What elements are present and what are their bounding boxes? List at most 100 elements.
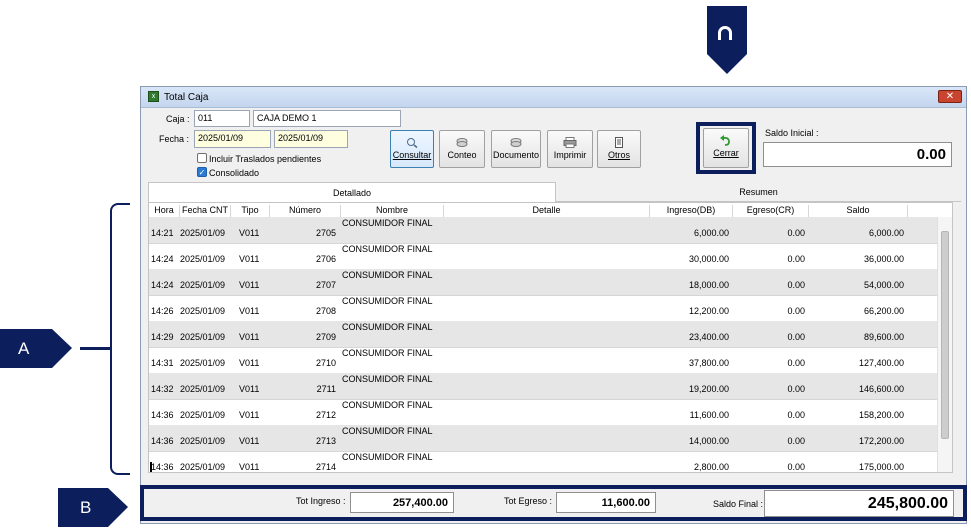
col-tipo[interactable]: Tipo <box>231 205 270 217</box>
table-row[interactable]: 14:31 2025/01/09 V011 2710 CONSUMIDOR FINAL 3… <box>149 347 937 374</box>
otros-button[interactable]: Otros <box>597 130 641 168</box>
col-ingreso[interactable]: Ingreso(DB) <box>650 205 733 217</box>
cell-fecha: 2025/01/09 <box>180 384 226 394</box>
cell-saldo: 172,200.00 <box>858 436 904 446</box>
otros-label: Otros <box>607 150 630 160</box>
tot-ingreso-label: Tot Ingreso : <box>296 496 346 506</box>
cell-fecha: 2025/01/09 <box>180 306 226 316</box>
annotation-a-connector <box>80 347 110 350</box>
vertical-scrollbar[interactable] <box>937 217 952 472</box>
app-icon: x <box>148 91 159 102</box>
cell-tipo: V011 <box>239 306 260 316</box>
table-row[interactable]: 14:24 2025/01/09 V011 2706 CONSUMIDOR FINAL 3… <box>149 243 937 270</box>
cell-egreso: 0.00 <box>787 280 805 290</box>
coins-icon <box>456 138 468 147</box>
cell-saldo: 66,200.00 <box>863 306 904 316</box>
total-caja-window: x Total Caja ✕ Caja : 011 CAJA DEMO 1 Fe… <box>140 86 967 524</box>
caja-name-field[interactable]: CAJA DEMO 1 <box>253 110 401 127</box>
tot-ingreso-value: 257,400.00 <box>350 492 454 513</box>
table-header: Hora Fecha CNT Tipo Número Nombre Detall… <box>149 203 952 218</box>
magnifier-icon <box>407 138 418 148</box>
col-hora[interactable]: Hora <box>149 205 180 217</box>
col-fecha-cnt[interactable]: Fecha CNT <box>180 205 231 217</box>
close-button[interactable]: ✕ <box>938 90 962 103</box>
cell-fecha: 2025/01/09 <box>180 436 226 446</box>
cell-tipo: V011 <box>239 384 260 394</box>
cell-numero: 2713 <box>315 436 336 446</box>
cell-ingreso: 18,000.00 <box>688 280 729 290</box>
table-row[interactable]: 14:36 2025/01/09 V011 2714 CONSUMIDOR FINAL 2… <box>149 451 937 472</box>
caja-code-field[interactable]: 011 <box>194 110 250 127</box>
movements-table: Hora Fecha CNT Tipo Número Nombre Detall… <box>148 202 953 473</box>
cell-nombre: CONSUMIDOR FINAL <box>342 270 433 280</box>
table-row[interactable]: 14:36 2025/01/09 V011 2712 CONSUMIDOR FINAL 1… <box>149 399 937 426</box>
table-row[interactable]: 14:29 2025/01/09 V011 2709 CONSUMIDOR FINAL 2… <box>149 321 937 348</box>
cell-hora: 14:36 <box>151 462 174 472</box>
cell-egreso: 0.00 <box>787 384 805 394</box>
caja-label: Caja : <box>166 114 190 124</box>
incluir-traslados-checkbox[interactable] <box>197 153 207 163</box>
consolidado-checkbox[interactable]: ✓ <box>197 167 207 177</box>
documento-button[interactable]: Documento <box>491 130 541 168</box>
saldo-final-value: 245,800.00 <box>764 490 954 517</box>
consultar-button[interactable]: Consultar <box>390 130 434 168</box>
tab-resumen[interactable]: Resumen <box>556 182 961 202</box>
cell-tipo: V011 <box>239 462 260 472</box>
cell-hora: 14:31 <box>151 358 174 368</box>
cell-numero: 2708 <box>315 306 336 316</box>
cell-tipo: V011 <box>239 358 260 368</box>
table-row[interactable]: 14:32 2025/01/09 V011 2711 CONSUMIDOR FINAL 1… <box>149 373 937 400</box>
cell-nombre: CONSUMIDOR FINAL <box>342 348 433 358</box>
col-numero[interactable]: Número <box>270 205 341 217</box>
table-row[interactable]: 14:36 2025/01/09 V011 2713 CONSUMIDOR FINAL 1… <box>149 425 937 452</box>
cell-hora: 14:24 <box>151 254 174 264</box>
annotation-c-glyph <box>718 26 732 40</box>
col-nombre[interactable]: Nombre <box>341 205 444 217</box>
cell-ingreso: 11,600.00 <box>689 410 729 420</box>
documento-label: Documento <box>492 150 540 160</box>
cell-ingreso: 6,000.00 <box>693 228 729 238</box>
fecha-desde-field[interactable]: 2025/01/09 <box>194 130 271 148</box>
cell-saldo: 127,400.00 <box>858 358 904 368</box>
cell-tipo: V011 <box>239 254 260 264</box>
col-egreso[interactable]: Egreso(CR) <box>733 205 809 217</box>
cell-nombre: CONSUMIDOR FINAL <box>342 374 433 384</box>
printer-icon <box>563 137 577 148</box>
window-title: Total Caja <box>164 92 209 103</box>
cell-hora: 14:21 <box>151 228 174 238</box>
table-row[interactable]: 14:26 2025/01/09 V011 2708 CONSUMIDOR FINAL 1… <box>149 295 937 322</box>
cell-saldo: 36,000.00 <box>863 254 904 264</box>
cell-nombre: CONSUMIDOR FINAL <box>342 452 433 462</box>
cell-tipo: V011 <box>239 410 260 420</box>
cell-numero: 2714 <box>315 462 336 472</box>
table-row[interactable]: 14:24 2025/01/09 V011 2707 CONSUMIDOR FINAL 1… <box>149 269 937 296</box>
table-row[interactable]: 14:21 2025/01/09 V011 2705 CONSUMIDOR FINAL 6… <box>149 217 937 244</box>
cell-saldo: 146,600.00 <box>858 384 904 394</box>
cell-egreso: 0.00 <box>787 306 805 316</box>
scrollbar-thumb[interactable] <box>941 231 949 439</box>
saldo-inicial-value: 0.00 <box>763 142 952 167</box>
conteo-button[interactable]: Conteo <box>439 130 485 168</box>
annotation-a-arrow <box>52 329 72 368</box>
annotation-a-brace <box>110 203 130 475</box>
title-bar: x Total Caja ✕ <box>141 87 966 108</box>
cell-ingreso: 23,400.00 <box>688 332 729 342</box>
saldo-inicial-label: Saldo Inicial : <box>765 128 819 138</box>
fecha-label: Fecha : <box>159 134 190 144</box>
tab-detallado[interactable]: Detallado <box>148 182 556 202</box>
cell-ingreso: 14,000.00 <box>688 436 729 446</box>
col-detalle[interactable]: Detalle <box>444 205 650 217</box>
imprimir-button[interactable]: Imprimir <box>547 130 593 168</box>
col-saldo[interactable]: Saldo <box>809 205 908 217</box>
cell-nombre: CONSUMIDOR FINAL <box>342 218 433 228</box>
fecha-hasta-field[interactable]: 2025/01/09 <box>274 130 348 148</box>
cell-saldo: 89,600.00 <box>863 332 904 342</box>
cell-saldo: 54,000.00 <box>863 280 904 290</box>
cell-egreso: 0.00 <box>787 332 805 342</box>
cerrar-button[interactable]: Cerrar <box>703 128 749 168</box>
cell-ingreso: 2,800.00 <box>693 462 729 472</box>
imprimir-label: Imprimir <box>553 150 587 160</box>
saldo-final-label: Saldo Final : <box>713 499 764 509</box>
cell-hora: 14:32 <box>151 384 174 394</box>
cell-egreso: 0.00 <box>787 358 805 368</box>
